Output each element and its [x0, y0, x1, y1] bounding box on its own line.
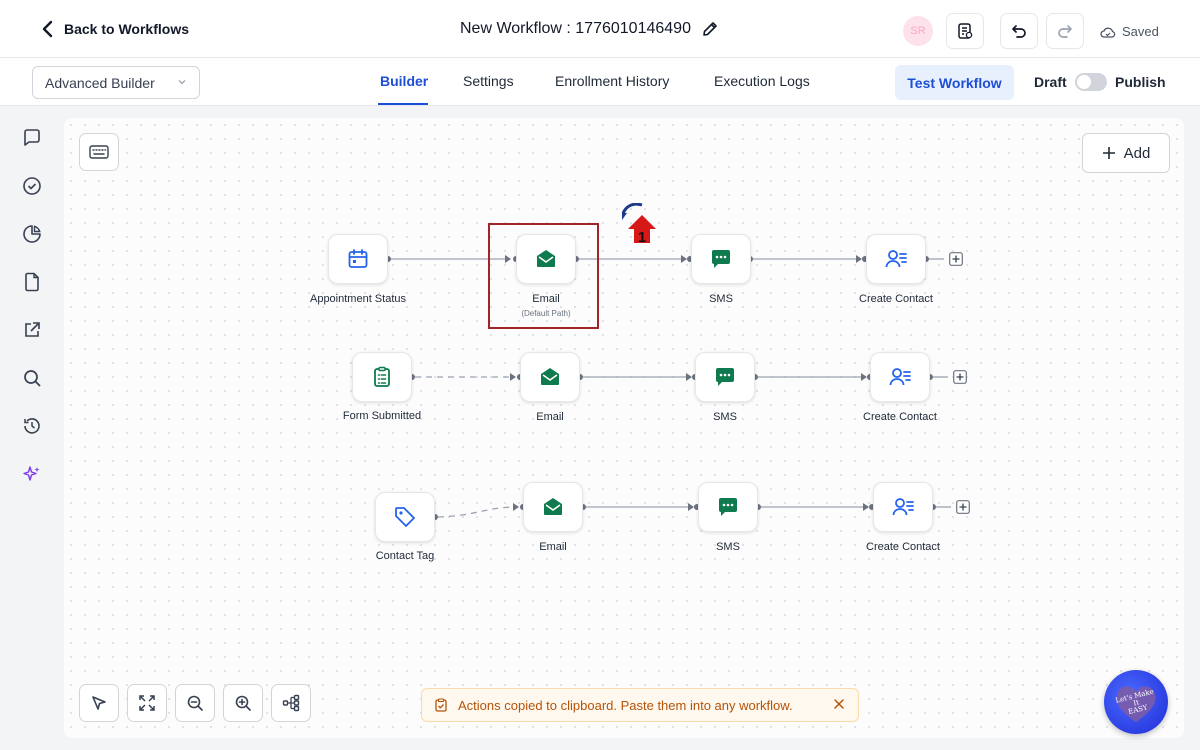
publish-toggle[interactable] — [1075, 73, 1107, 91]
toast-message: Actions copied to clipboard. Paste them … — [458, 697, 793, 713]
node-label: Form Submitted — [342, 410, 422, 422]
undo-icon — [1012, 25, 1026, 38]
back-to-workflows-link[interactable]: Back to Workflows — [40, 20, 189, 38]
builder-mode-select[interactable]: Advanced Builder — [32, 66, 200, 99]
search-icon[interactable] — [22, 368, 42, 388]
clipboard-toast: Actions copied to clipboard. Paste them … — [421, 688, 859, 722]
contact-icon — [892, 498, 914, 516]
tab-execution-logs[interactable]: Execution Logs — [714, 73, 810, 89]
step-number: 1 — [637, 229, 647, 246]
draft-label: Draft — [1034, 74, 1067, 90]
pointer-icon — [92, 696, 106, 710]
action-node-sms[interactable] — [698, 482, 758, 532]
action-node-sms[interactable] — [691, 234, 751, 284]
active-tab-indicator — [378, 103, 428, 105]
saved-label: Saved — [1122, 24, 1159, 39]
cloud-check-icon — [1100, 27, 1116, 38]
chat-icon[interactable] — [22, 128, 42, 148]
clipboard-check-icon — [435, 698, 447, 712]
fit-view-icon — [139, 695, 155, 711]
left-sidebar — [0, 106, 64, 750]
tag-icon — [395, 507, 415, 527]
tab-builder[interactable]: Builder — [380, 73, 428, 89]
add-step-plus-icon[interactable] — [949, 252, 963, 266]
email-icon — [541, 368, 559, 385]
redo-button[interactable] — [1046, 13, 1084, 49]
back-label: Back to Workflows — [64, 21, 189, 37]
node-label: Create Contact — [866, 541, 940, 553]
pie-chart-icon[interactable] — [22, 224, 42, 244]
calendar-icon — [348, 249, 368, 268]
zoom-in-icon — [235, 695, 251, 711]
close-icon[interactable] — [832, 697, 846, 711]
sms-icon — [719, 498, 737, 516]
node-label: Email — [539, 541, 567, 553]
fit-view-button[interactable] — [127, 684, 167, 722]
email-icon — [544, 498, 562, 515]
contact-icon — [889, 368, 911, 386]
zoom-in-button[interactable] — [223, 684, 263, 722]
lets-make-it-easy-logo: Let's Make It EASY — [1104, 670, 1168, 734]
publish-label: Publish — [1115, 74, 1166, 90]
tab-settings[interactable]: Settings — [463, 73, 514, 89]
highlight-box — [488, 223, 599, 329]
node-label: Create Contact — [859, 293, 933, 305]
workflow-title: New Workflow : 1776010146490 — [460, 20, 719, 38]
action-node-email[interactable] — [520, 352, 580, 402]
pointer-tool-button[interactable] — [79, 684, 119, 722]
contact-icon — [885, 250, 907, 268]
action-node-create-contact[interactable] — [870, 352, 930, 402]
edit-pencil-icon[interactable] — [701, 20, 719, 38]
clipboard-icon — [374, 366, 390, 387]
chevron-left-icon — [42, 20, 53, 38]
auto-layout-button[interactable] — [271, 684, 311, 722]
redo-icon — [1058, 25, 1072, 38]
sms-icon — [712, 250, 730, 268]
trigger-node-appointment-status[interactable] — [328, 234, 388, 284]
action-node-sms[interactable] — [695, 352, 755, 402]
node-label: Email — [536, 411, 564, 423]
workflow-title-text: New Workflow : 1776010146490 — [460, 20, 691, 37]
node-label: Appointment Status — [309, 293, 406, 305]
tab-enrollment-history[interactable]: Enrollment History — [555, 73, 669, 89]
document-icon[interactable] — [22, 272, 42, 292]
history-icon[interactable] — [22, 416, 42, 436]
node-label: Create Contact — [863, 411, 937, 423]
trigger-node-form-submitted[interactable] — [352, 352, 412, 402]
save-status: Saved — [1100, 24, 1159, 39]
external-link-icon[interactable] — [22, 320, 42, 340]
node-label: Contact Tag — [375, 550, 435, 562]
zoom-out-icon — [187, 695, 203, 711]
add-step-plus-icon[interactable] — [953, 370, 967, 384]
workflow-report-button[interactable] — [946, 13, 984, 49]
heart-logo-icon: Let's Make It EASY — [1115, 686, 1156, 722]
action-node-create-contact[interactable] — [866, 234, 926, 284]
auto-layout-icon — [282, 694, 300, 712]
top-bar: Back to Workflows New Workflow : 1776010… — [0, 0, 1200, 58]
workflow-canvas[interactable]: Add Appointment Status Email (Default Pa… — [64, 118, 1184, 738]
node-label: SMS — [709, 293, 733, 305]
zoom-out-button[interactable] — [175, 684, 215, 722]
chevron-down-icon — [178, 80, 186, 85]
builder-mode-value: Advanced Builder — [45, 74, 155, 91]
undo-button[interactable] — [1000, 13, 1038, 49]
test-workflow-button[interactable]: Test Workflow — [895, 65, 1014, 100]
report-icon — [958, 23, 973, 39]
toggle-knob — [1077, 75, 1091, 89]
user-avatar[interactable]: SR — [903, 16, 933, 46]
sub-header: Advanced Builder Builder Settings Enroll… — [0, 58, 1200, 106]
node-label: SMS — [713, 411, 737, 423]
sms-icon — [716, 368, 734, 386]
trigger-node-contact-tag[interactable] — [375, 492, 435, 542]
check-circle-icon[interactable] — [22, 176, 42, 196]
action-node-create-contact[interactable] — [873, 482, 933, 532]
add-step-plus-icon[interactable] — [956, 500, 970, 514]
node-label: SMS — [716, 541, 740, 553]
sparkle-icon[interactable] — [22, 464, 42, 484]
action-node-email[interactable] — [523, 482, 583, 532]
